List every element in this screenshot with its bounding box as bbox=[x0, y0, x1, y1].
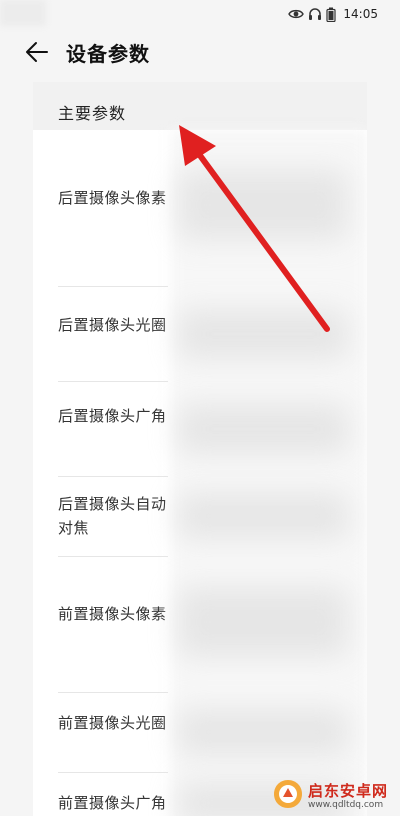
row-value-blurred bbox=[178, 587, 348, 657]
battery-icon bbox=[326, 7, 337, 22]
watermark-url: www.qdltdq.com bbox=[308, 799, 384, 810]
list-item[interactable]: 后置摄像头自动对焦 bbox=[33, 477, 367, 557]
header: 设备参数 bbox=[0, 30, 400, 78]
watermark-name: 启东安卓网 bbox=[308, 781, 389, 800]
row-value-blurred bbox=[178, 309, 348, 359]
watermark-text: 启东安卓网 www.qdltdq.com bbox=[308, 782, 388, 811]
row-value-blurred bbox=[178, 404, 348, 454]
section-header: 主要参数 bbox=[33, 82, 367, 130]
row-value-blurred bbox=[178, 170, 348, 240]
row-label: 前置摄像头光圈 bbox=[58, 714, 167, 732]
row-label: 后置摄像头光圈 bbox=[58, 316, 167, 334]
status-left-blur bbox=[0, 0, 46, 26]
row-label: 后置摄像头像素 bbox=[58, 189, 167, 207]
arrow-left-icon bbox=[25, 41, 49, 67]
list-item[interactable]: 后置摄像头广角 bbox=[33, 382, 367, 477]
page-title: 设备参数 bbox=[66, 42, 150, 66]
row-value-blurred bbox=[178, 493, 348, 539]
watermark: 启东安卓网 www.qdltdq.com bbox=[272, 776, 400, 816]
row-label: 前置摄像头像素 bbox=[58, 605, 167, 623]
watermark-logo-icon bbox=[272, 778, 304, 814]
screen: 14:05 设备参数 主要参数 后置摄像头像素 后置摄像头光圈 后置摄像头广角 … bbox=[0, 0, 400, 816]
list-item[interactable]: 前置摄像头像素 bbox=[33, 557, 367, 693]
row-label: 后置摄像头自动对焦 bbox=[58, 495, 167, 537]
status-time: 14:05 bbox=[343, 7, 378, 21]
section-title: 主要参数 bbox=[58, 104, 127, 123]
headphone-icon bbox=[308, 7, 322, 21]
list-item[interactable]: 后置摄像头光圈 bbox=[33, 287, 367, 382]
row-label: 后置摄像头广角 bbox=[58, 407, 167, 425]
back-button[interactable] bbox=[22, 40, 52, 68]
status-bar: 14:05 bbox=[0, 0, 400, 28]
row-value-blurred bbox=[178, 709, 348, 755]
list-item[interactable]: 前置摄像头光圈 bbox=[33, 693, 367, 773]
parameters-card: 主要参数 后置摄像头像素 后置摄像头光圈 后置摄像头广角 后置摄像头自动对焦 前… bbox=[33, 82, 367, 816]
eye-icon bbox=[288, 8, 305, 20]
status-icons: 14:05 bbox=[288, 5, 378, 23]
list-item[interactable]: 后置摄像头像素 bbox=[33, 130, 367, 287]
row-label: 前置摄像头广角 bbox=[58, 794, 167, 812]
